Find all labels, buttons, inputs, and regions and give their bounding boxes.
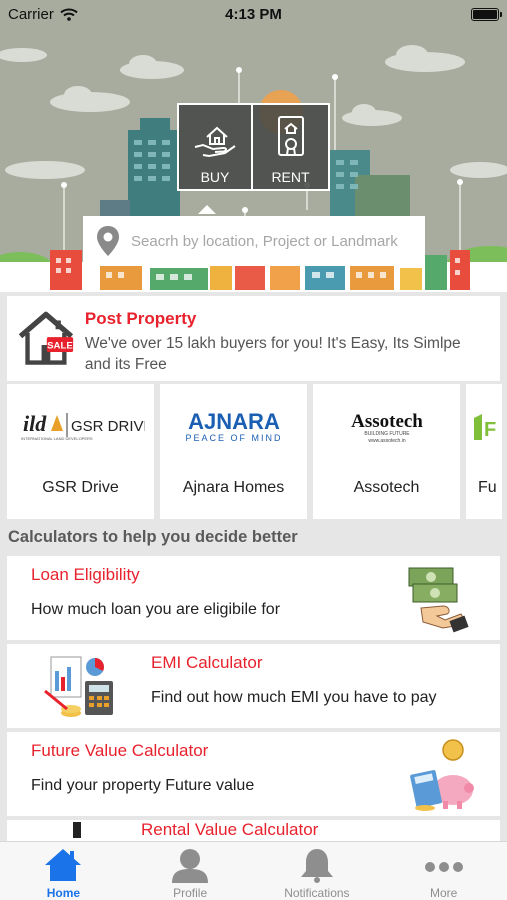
tab-home[interactable]: Home (0, 842, 127, 900)
svg-text:BUILDING FUTURE: BUILDING FUTURE (364, 431, 410, 437)
builder-card-ajnara[interactable]: AJNARA PEACE OF MIND Ajnara Homes (160, 384, 307, 519)
emi-charts-icon (44, 656, 113, 717)
tab-rent-label: RENT (271, 169, 310, 185)
svg-text:INTERNATIONAL LAND DEVELOPERS: INTERNATIONAL LAND DEVELOPERS (21, 436, 93, 441)
calculator-card-emi[interactable]: EMI Calculator Find out how much EMI you… (7, 644, 500, 728)
svg-text:AJNARA: AJNARA (188, 409, 280, 434)
tab-buy[interactable]: BUY (177, 103, 253, 191)
tab-notifications[interactable]: Notifications (254, 842, 381, 900)
svg-text:ild: ild (23, 411, 47, 436)
svg-text:PEACE OF MIND: PEACE OF MIND (185, 433, 282, 443)
builder-name: Ajnara Homes (182, 479, 285, 496)
builder-card-gsr-drive[interactable]: ild GSR DRIVE INTERNATIONAL LAND DEVELOP… (7, 384, 154, 519)
buy-rent-tabs: BUY RENT (177, 103, 330, 191)
home-icon (45, 849, 82, 881)
tab-label: More (429, 886, 458, 900)
builder-name: Assotech (353, 479, 420, 496)
status-bar: Carrier 4:13 PM (0, 0, 507, 28)
calculator-description: Find out how much EMI you have to pay (151, 689, 437, 706)
calculators-heading: Calculators to help you decide better (8, 528, 298, 546)
bottom-tab-bar: Home Profile Notifications More (0, 841, 507, 900)
bell-icon (300, 849, 333, 883)
tab-rent[interactable]: RENT (253, 103, 330, 191)
money-hand-icon (408, 567, 469, 633)
calculator-title: EMI Calculator (151, 653, 263, 672)
sale-tag-text: SALE (47, 341, 73, 352)
rent-document-icon (277, 116, 304, 156)
tab-label: Home (46, 886, 81, 900)
tab-profile[interactable]: Profile (127, 842, 254, 900)
builder-card-assotech[interactable]: Assotech BUILDING FUTURE www.assotech.in… (313, 384, 460, 519)
builder-name: GSR Drive (42, 479, 119, 496)
post-property-card[interactable]: SALE Post Property We've over 15 lakh bu… (7, 296, 500, 381)
builder-name: Fu (478, 479, 497, 496)
tab-buy-label: BUY (200, 169, 230, 185)
hand-house-icon (194, 126, 236, 158)
calculator-card-loan-eligibility[interactable]: Loan Eligibility How much loan you are e… (7, 556, 500, 640)
calculator-title: Future Value Calculator (31, 741, 209, 760)
location-pin-icon (97, 226, 119, 256)
profile-icon (172, 849, 209, 883)
calculator-card-rental-value[interactable]: Rental Value Calculator (7, 820, 500, 841)
post-property-description: We've over 15 lakh buyers for you! It's … (84, 335, 461, 373)
svg-text:GSR DRIVE: GSR DRIVE (71, 418, 145, 435)
search-input[interactable]: Seacrh by location, Project or Landmark (83, 216, 425, 266)
carrier-label: Carrier (8, 5, 54, 23)
tab-more[interactable]: More (380, 842, 507, 900)
home-content: SALE Post Property We've over 15 lakh bu… (0, 292, 507, 841)
builder-card-partial[interactable]: F Fu (466, 384, 502, 519)
svg-text:Assotech: Assotech (351, 411, 423, 432)
tab-label: Profile (173, 886, 208, 900)
calculator-card-future-value[interactable]: Future Value Calculator Find your proper… (7, 732, 500, 816)
assotech-logo: Assotech BUILDING FUTURE www.assotech.in (313, 384, 460, 470)
ajnara-logo: AJNARA PEACE OF MIND (160, 384, 307, 470)
rental-icon (73, 822, 81, 838)
svg-text:www.assotech.in: www.assotech.in (368, 438, 405, 444)
house-sale-icon: SALE (18, 311, 73, 365)
tab-label: Notifications (284, 886, 350, 900)
more-dots-icon (424, 862, 463, 872)
calculator-title: Rental Value Calculator (141, 820, 319, 839)
battery-icon (471, 7, 502, 21)
partial-logo: F (466, 384, 502, 470)
post-property-title: Post Property (84, 309, 197, 328)
gsr-drive-logo: ild GSR DRIVE INTERNATIONAL LAND DEVELOP… (7, 384, 154, 470)
tab-pointer (198, 205, 216, 214)
calculator-description: How much loan you are eligibile for (31, 601, 281, 618)
piggy-bank-icon (410, 739, 474, 811)
builders-carousel[interactable]: ild GSR DRIVE INTERNATIONAL LAND DEVELOP… (7, 384, 507, 519)
hero-banner: BUY RENT Seacrh by location, Project or … (0, 0, 507, 292)
calculator-description: Find your property Future value (31, 777, 255, 794)
wifi-icon (60, 8, 78, 21)
svg-text:F: F (484, 419, 496, 441)
search-placeholder: Seacrh by location, Project or Landmark (131, 232, 398, 250)
calculator-title: Loan Eligibility (31, 565, 140, 584)
